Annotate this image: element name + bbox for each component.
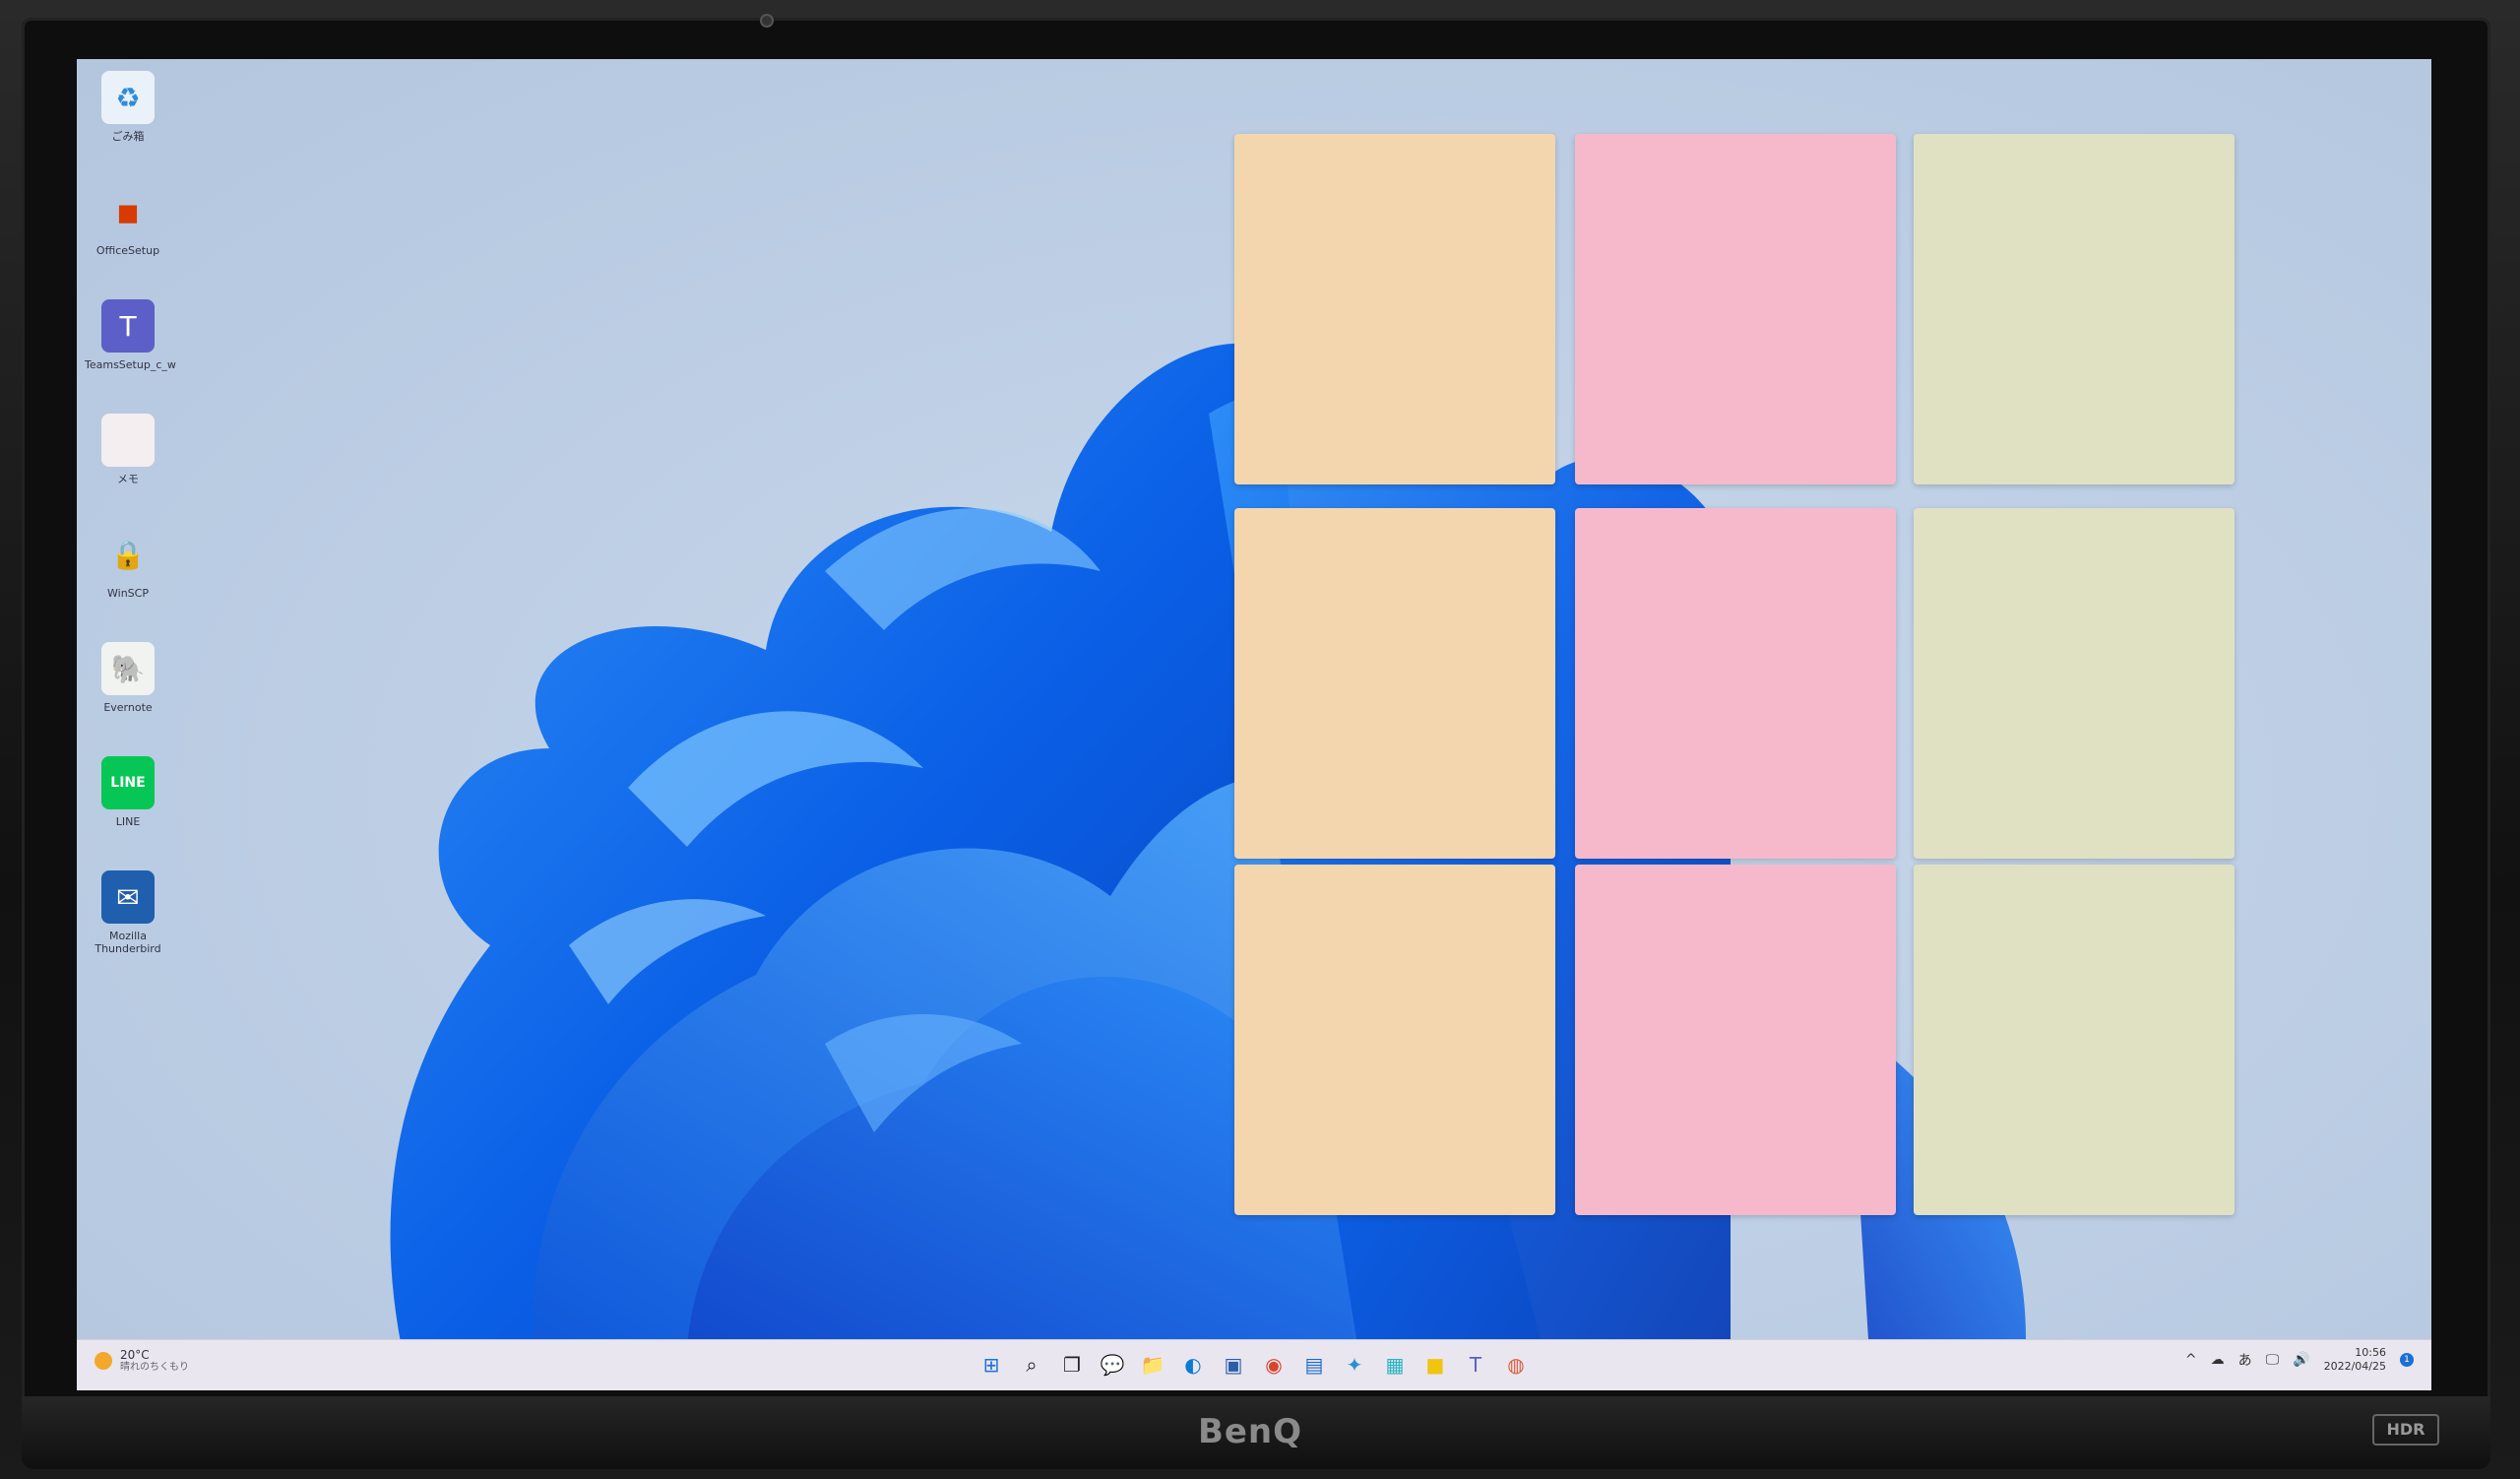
sticky-note-pink[interactable]: [1575, 508, 1896, 859]
desktop-icon-label: LINE: [115, 815, 141, 828]
store-button[interactable]: ▣: [1219, 1350, 1248, 1380]
brand-logo: BenQ: [1197, 1412, 1303, 1451]
file-explorer-button[interactable]: 📁: [1138, 1350, 1167, 1380]
network-icon[interactable]: 🖵: [2266, 1352, 2280, 1368]
sticky-note-pink[interactable]: [1575, 865, 1896, 1215]
edge-button[interactable]: ◐: [1178, 1350, 1208, 1380]
paint-button[interactable]: ◍: [1501, 1350, 1531, 1380]
winscp-glyph: 🔒: [110, 538, 146, 571]
desktop-icon-label: WinSCP: [107, 587, 149, 600]
blank-file-glyph: [101, 414, 155, 467]
start-button[interactable]: ⊞: [976, 1350, 1006, 1380]
search-button[interactable]: ⌕: [1017, 1350, 1046, 1380]
office-setup-icon[interactable]: ◼ OfficeSetup: [85, 185, 171, 258]
evernote-icon[interactable]: 🐘 Evernote: [85, 642, 171, 714]
evernote-glyph: 🐘: [101, 642, 155, 695]
ime-indicator[interactable]: あ: [2238, 1350, 2252, 1370]
blank-file-icon[interactable]: メモ: [85, 414, 171, 485]
sticky-notes-button[interactable]: ■: [1420, 1350, 1450, 1380]
hdr-badge: HDR: [2372, 1414, 2439, 1446]
teams-button[interactable]: T: [1461, 1350, 1490, 1380]
teams-setup-glyph: T: [101, 299, 155, 353]
clock-date: 2022/04/25: [2323, 1360, 2386, 1373]
desktop-icon-label: Mozilla Thunderbird: [94, 930, 161, 955]
desktop-screen: ♻ ごみ箱 ◼ OfficeSetup T TeamsSetup_c_w メモ 🔒 WinSCP…: [77, 59, 2431, 1390]
weather-desc: 晴れのちくもり: [120, 1362, 189, 1373]
desktop-icon-label: Evernote: [103, 701, 153, 714]
remote-desktop-button[interactable]: ▤: [1299, 1350, 1329, 1380]
volume-icon[interactable]: 🔊: [2293, 1352, 2309, 1368]
sticky-note-pink[interactable]: [1575, 134, 1896, 484]
thunderbird-glyph: ✉: [101, 870, 155, 924]
monitor: ♻ ごみ箱 ◼ OfficeSetup T TeamsSetup_c_w メモ 🔒 WinSCP…: [0, 0, 2520, 1479]
office-setup-glyph: ◼: [116, 195, 140, 228]
desktop-icon-label: ごみ箱: [111, 130, 145, 143]
line-icon[interactable]: LINE LINE: [85, 756, 171, 828]
sticky-note-sage[interactable]: [1914, 865, 2235, 1215]
tray-chevron-icon[interactable]: ^: [2185, 1352, 2197, 1368]
recycle-bin-glyph: ♻: [101, 71, 155, 124]
app-button[interactable]: ✦: [1340, 1350, 1369, 1380]
chrome-button[interactable]: ◉: [1259, 1350, 1289, 1380]
clock[interactable]: 10:56 2022/04/25: [2324, 1346, 2386, 1374]
sticky-note-peach[interactable]: [1234, 508, 1555, 859]
line-glyph: LINE: [101, 756, 155, 809]
system-tray: ^ ☁ あ 🖵 🔊 10:56 2022/04/25 1: [2185, 1346, 2414, 1374]
sticky-note-sage[interactable]: [1914, 134, 2235, 484]
chat-button[interactable]: 💬: [1098, 1350, 1127, 1380]
sticky-note-sage[interactable]: [1914, 508, 2235, 859]
desktop-icon-label: メモ: [117, 473, 139, 485]
weather-icon: [94, 1352, 112, 1370]
teams-setup-icon[interactable]: T TeamsSetup_c_w: [85, 299, 176, 371]
notification-badge[interactable]: 1: [2400, 1353, 2414, 1367]
weather-widget[interactable]: 20°C 晴れのちくもり: [94, 1348, 189, 1374]
notepad-button[interactable]: ▦: [1380, 1350, 1410, 1380]
recycle-bin-icon[interactable]: ♻ ごみ箱: [85, 71, 171, 143]
task-view-button[interactable]: ❐: [1057, 1350, 1087, 1380]
sticky-note-peach[interactable]: [1234, 134, 1555, 484]
winscp-icon[interactable]: 🔒 WinSCP: [85, 528, 171, 601]
weather-temp: 20°C: [120, 1348, 150, 1362]
clock-time: 10:56: [2355, 1346, 2386, 1359]
webcam: [760, 14, 774, 28]
sticky-note-peach[interactable]: [1234, 865, 1555, 1215]
thunderbird-icon[interactable]: ✉ Mozilla Thunderbird: [85, 870, 171, 955]
onedrive-icon[interactable]: ☁: [2211, 1352, 2225, 1368]
desktop-icon-label: OfficeSetup: [95, 244, 160, 257]
taskbar: 20°C 晴れのちくもり ⊞ ⌕ ❐ 💬 📁 ◐ ▣ ◉ ▤ ✦ ▦ ■ T ◍ ^ ☁ あ 🖵 🔊 10…: [77, 1339, 2431, 1390]
desktop-icon-label: TeamsSetup_c_w: [85, 358, 176, 371]
